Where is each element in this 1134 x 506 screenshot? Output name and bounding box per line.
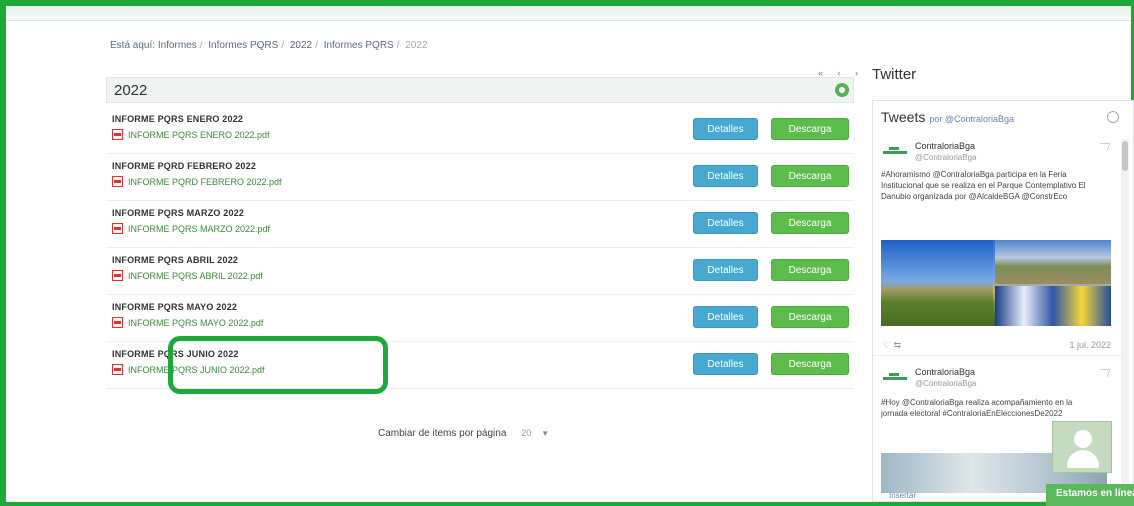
file-link[interactable]: INFORME PQRS MAYO 2022.pdf (128, 318, 263, 328)
details-button[interactable]: Detalles (693, 118, 758, 140)
twitter-bird-icon (1097, 143, 1111, 151)
tweet-image[interactable] (881, 240, 1111, 326)
items-per-page-select[interactable]: 20 ▼ (515, 428, 555, 438)
breadcrumb-prefix: Está aquí: (110, 40, 156, 51)
pdf-icon (112, 223, 123, 234)
info-icon[interactable] (1107, 111, 1119, 123)
pdf-icon (112, 176, 123, 187)
list-item: INFORME PQRS ABRIL 2022 INFORME PQRS ABR… (106, 251, 854, 295)
item-title: INFORME PQRS ABRIL 2022 (112, 255, 239, 265)
download-button[interactable]: Descarga (771, 259, 849, 281)
tweet-handle[interactable]: @ContraloriaBga (915, 379, 976, 388)
item-title: INFORME PQRS ENERO 2022 (112, 114, 244, 124)
list-item: INFORME PQRS MARZO 2022 INFORME PQRS MAR… (106, 204, 854, 248)
scrollbar-thumb[interactable] (1122, 141, 1128, 171)
details-button[interactable]: Detalles (693, 306, 758, 328)
download-button[interactable]: Descarga (771, 212, 849, 234)
pdf-icon (112, 364, 123, 375)
list-item: INFORME PQRS ENERO 2022 INFORME PQRS ENE… (106, 110, 854, 154)
list-item: INFORME PQRD FEBRERO 2022 INFORME PQRD F… (106, 157, 854, 201)
top-bar (6, 6, 1131, 21)
details-button[interactable]: Detalles (693, 212, 758, 234)
file-link[interactable]: INFORME PQRS MARZO 2022.pdf (128, 224, 270, 234)
item-title: INFORME PQRD FEBRERO 2022 (112, 161, 257, 171)
items-per-page-label: Cambiar de items por página (378, 428, 507, 439)
tweet-actions[interactable]: ♡ ⇆ (883, 340, 901, 351)
file-link[interactable]: INFORME PQRD FEBRERO 2022.pdf (128, 177, 282, 187)
tweet-handle[interactable]: @ContraloriaBga (915, 153, 976, 162)
breadcrumb-link[interactable]: 2022 (290, 40, 312, 51)
tweets-header: Tweets por @ContraloriaBga (881, 109, 1014, 125)
pdf-icon (112, 317, 123, 328)
tweet-text: #Ahoramismo @ContraloriaBga participa en… (881, 170, 1086, 201)
file-link[interactable]: INFORME PQRS ABRIL 2022.pdf (128, 271, 263, 281)
download-button[interactable]: Descarga (771, 306, 849, 328)
details-button[interactable]: Detalles (693, 259, 758, 281)
download-button[interactable]: Descarga (771, 118, 849, 140)
breadcrumb-current: 2022 (405, 40, 428, 51)
embed-link[interactable]: Insertar (889, 491, 916, 500)
highlight-annotation (168, 336, 388, 394)
scrollbar[interactable] (1121, 139, 1129, 499)
breadcrumb-link[interactable]: Informes PQRS (324, 40, 394, 51)
breadcrumb-link[interactable]: Informes PQRS (208, 40, 278, 51)
twitter-heading: Twitter (872, 66, 917, 83)
item-title: INFORME PQRS MARZO 2022 (112, 208, 245, 218)
year-header: 2022 (106, 77, 854, 103)
chat-avatar-icon[interactable] (1052, 421, 1112, 473)
avatar[interactable] (881, 147, 909, 161)
pdf-icon (112, 129, 123, 140)
divider (873, 355, 1123, 356)
breadcrumb-link[interactable]: Informes (158, 40, 197, 51)
tweet-date[interactable]: 1 jul. 2022 (1069, 340, 1111, 350)
tweet-author[interactable]: ContraloriaBga (915, 367, 975, 377)
items-per-page: Cambiar de items por página 20 ▼ (378, 428, 555, 439)
pdf-icon (112, 270, 123, 281)
breadcrumb: Está aquí: Informes / Informes PQRS/ 2022… (110, 40, 428, 51)
item-title: INFORME PQRS MAYO 2022 (112, 302, 238, 312)
download-button[interactable]: Descarga (771, 353, 849, 375)
tweets-label: Tweets (881, 109, 926, 125)
details-button[interactable]: Detalles (693, 353, 758, 375)
tweet-text: #Hoy @ContraloriaBga realiza acompañamie… (881, 398, 1073, 418)
avatar[interactable] (881, 373, 909, 387)
eye-icon[interactable] (835, 83, 849, 97)
download-button[interactable]: Descarga (771, 165, 849, 187)
tweets-by-link[interactable]: por @ContraloriaBga (929, 114, 1014, 124)
page-title: 2022 (114, 82, 148, 99)
file-link[interactable]: INFORME PQRS ENERO 2022.pdf (128, 130, 270, 140)
details-button[interactable]: Detalles (693, 165, 758, 187)
tweet-author[interactable]: ContraloriaBga (915, 141, 975, 151)
chevron-down-icon: ▼ (541, 429, 550, 438)
items-per-page-value: 20 (521, 428, 532, 438)
twitter-bird-icon (1097, 369, 1111, 377)
chat-button[interactable]: Estamos en línea (1046, 484, 1134, 506)
